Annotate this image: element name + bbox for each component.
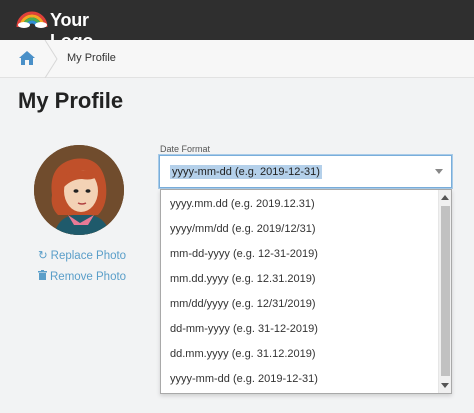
replace-photo-label: Replace Photo: [50, 250, 127, 262]
refresh-icon: ↻: [38, 250, 48, 262]
date-format-option[interactable]: mm/dd/yyyy (e.g. 12/31/2019): [161, 291, 440, 317]
date-format-option[interactable]: yyyy-mm-dd (e.g. 2019-12-31): [161, 366, 440, 392]
dropdown-scrollbar[interactable]: [438, 190, 451, 393]
date-format-selected: yyyy-mm-dd (e.g. 2019-12-31): [170, 165, 322, 179]
page-title: My Profile: [18, 88, 124, 113]
trash-icon: [38, 270, 47, 283]
breadcrumb: My Profile: [0, 40, 474, 78]
rainbow-icon: [16, 11, 48, 28]
date-format-option[interactable]: mm.dd.yyyy (e.g. 12.31.2019): [161, 266, 440, 292]
top-bar: Your Logo: [0, 0, 474, 51]
date-format-dropdown: yyyy.mm.dd (e.g. 2019.12.31) yyyy/mm/dd …: [160, 189, 452, 394]
scroll-thumb[interactable]: [441, 206, 450, 376]
replace-photo-link[interactable]: ↻ Replace Photo: [38, 248, 126, 262]
date-format-select[interactable]: yyyy-mm-dd (e.g. 2019-12-31): [159, 155, 452, 188]
scroll-up-icon[interactable]: [441, 195, 449, 200]
remove-photo-link[interactable]: Remove Photo: [38, 270, 126, 283]
chevron-down-icon: [435, 169, 443, 174]
date-format-option[interactable]: dd-mm-yyyy (e.g. 31-12-2019): [161, 316, 440, 342]
logo[interactable]: Your Logo: [16, 7, 136, 51]
date-format-option[interactable]: yyyy/mm/dd (e.g. 2019/12/31): [161, 216, 440, 242]
scroll-down-icon[interactable]: [441, 383, 449, 388]
remove-photo-label: Remove Photo: [50, 271, 127, 283]
date-format-option[interactable]: mm-dd-yyyy (e.g. 12-31-2019): [161, 241, 440, 267]
date-format-option[interactable]: yyyy.mm.dd (e.g. 2019.12.31): [161, 191, 440, 217]
date-format-label: Date Format: [160, 144, 211, 154]
home-icon: [19, 51, 35, 65]
breadcrumb-current: My Profile: [67, 52, 116, 64]
breadcrumb-separator: [44, 40, 58, 78]
avatar: [34, 145, 124, 235]
date-format-option[interactable]: dd.mm.yyyy (e.g. 31.12.2019): [161, 341, 440, 367]
